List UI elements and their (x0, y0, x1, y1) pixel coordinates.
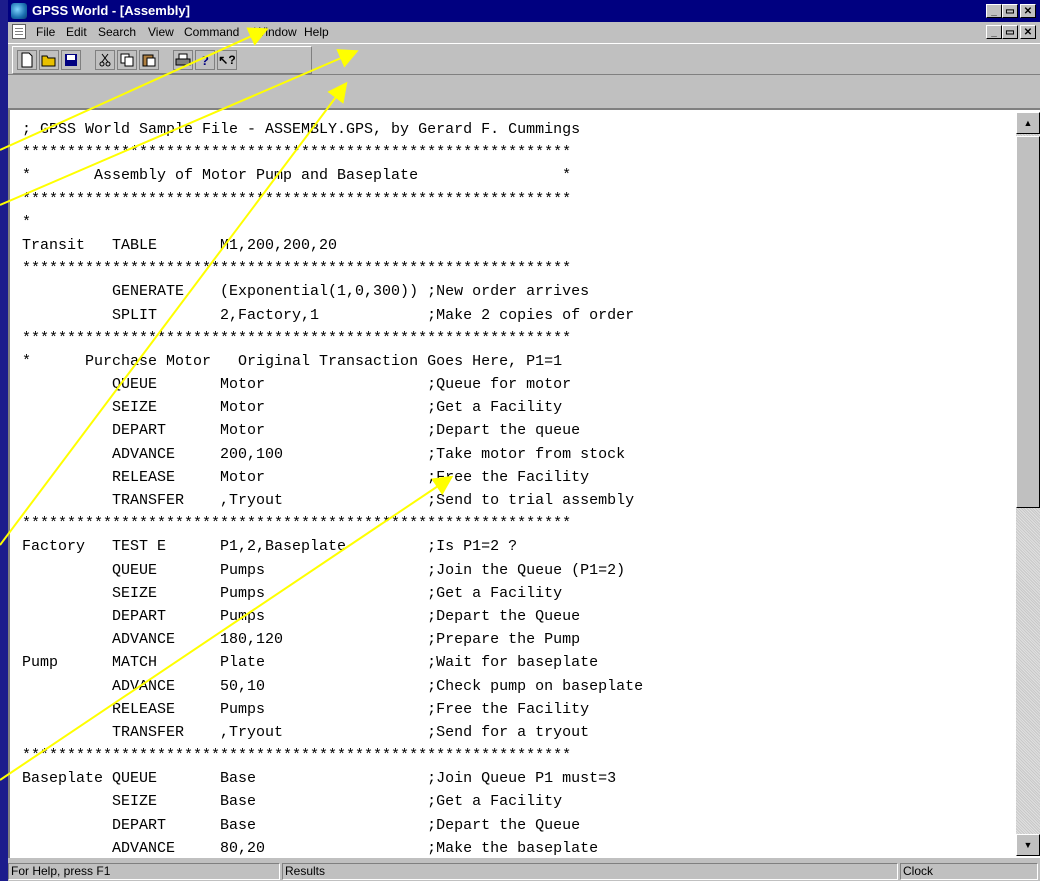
paste-icon[interactable] (139, 50, 159, 70)
close-icon[interactable]: ✕ (1020, 4, 1036, 18)
code-line[interactable]: DEPART Base ;Depart the Queue (22, 814, 1012, 837)
menu-help[interactable]: Help (304, 25, 329, 39)
status-bar: For Help, press F1 Results Clock (8, 861, 1040, 881)
toolbar-group: ? ↖? (12, 46, 312, 74)
code-line[interactable]: ****************************************… (22, 141, 1012, 164)
code-line[interactable]: GENERATE (Exponential(1,0,300)) ;New ord… (22, 280, 1012, 303)
scroll-thumb[interactable] (1016, 136, 1040, 508)
code-line[interactable]: ; GPSS World Sample File - ASSEMBLY.GPS,… (22, 118, 1012, 141)
menu-search[interactable]: Search (98, 25, 136, 39)
code-line[interactable]: Transit TABLE M1,200,200,20 (22, 234, 1012, 257)
save-icon[interactable] (61, 50, 81, 70)
menu-edit[interactable]: Edit (66, 25, 87, 39)
code-line[interactable]: ADVANCE 80,20 ;Make the baseplate (22, 837, 1012, 860)
help-icon[interactable]: ? (195, 50, 215, 70)
code-line[interactable]: * (22, 211, 1012, 234)
menu-window[interactable]: Window (254, 25, 297, 39)
print-icon[interactable] (173, 50, 193, 70)
menu-bar: File Edit Search View Command Window Hel… (8, 22, 1040, 42)
maximize-icon[interactable]: ▭ (1002, 4, 1018, 18)
code-line[interactable]: TRANSFER ,Tryout ;Send for a tryout (22, 721, 1012, 744)
code-line[interactable]: DEPART Pumps ;Depart the Queue (22, 605, 1012, 628)
code-line[interactable]: SPLIT 2,Factory,1 ;Make 2 copies of orde… (22, 304, 1012, 327)
status-help: For Help, press F1 (8, 863, 280, 880)
code-line[interactable]: Baseplate QUEUE Base ;Join Queue P1 must… (22, 767, 1012, 790)
cut-icon[interactable] (95, 50, 115, 70)
child-restore-icon[interactable]: ▭ (1002, 25, 1018, 39)
toolbar: ? ↖? (8, 43, 1040, 75)
code-line[interactable]: QUEUE Motor ;Queue for motor (22, 373, 1012, 396)
status-clock: Clock (900, 863, 1038, 880)
menu-view[interactable]: View (148, 25, 174, 39)
context-help-icon[interactable]: ↖? (217, 50, 237, 70)
app-window: GPSS World - [Assembly] _ ▭ ✕ File Edit … (8, 0, 1040, 881)
code-editor[interactable]: ; GPSS World Sample File - ASSEMBLY.GPS,… (8, 108, 1040, 858)
vertical-scrollbar[interactable]: ▲ ▼ (1016, 112, 1040, 856)
code-line[interactable]: ADVANCE 180,120 ;Prepare the Pump (22, 628, 1012, 651)
new-icon[interactable] (17, 50, 37, 70)
code-line[interactable]: ****************************************… (22, 327, 1012, 350)
code-line[interactable]: SEIZE Base ;Get a Facility (22, 790, 1012, 813)
code-line[interactable]: * Assembly of Motor Pump and Baseplate * (22, 164, 1012, 187)
editor-area: ; GPSS World Sample File - ASSEMBLY.GPS,… (8, 75, 1040, 858)
code-line[interactable]: * Purchase Motor Original Transaction Go… (22, 350, 1012, 373)
code-line[interactable]: Factory TEST E P1,2,Baseplate ;Is P1=2 ? (22, 535, 1012, 558)
code-line[interactable]: DEPART Motor ;Depart the queue (22, 419, 1012, 442)
code-line[interactable]: SEIZE Pumps ;Get a Facility (22, 582, 1012, 605)
scroll-up-icon[interactable]: ▲ (1016, 112, 1040, 134)
document-icon[interactable] (12, 24, 26, 39)
child-minimize-icon[interactable]: _ (986, 25, 1002, 39)
window-title: GPSS World - [Assembly] (32, 3, 190, 18)
code-line[interactable]: TRANSFER ,Tryout ;Send to trial assembly (22, 489, 1012, 512)
code-line[interactable]: ****************************************… (22, 744, 1012, 767)
title-bar[interactable]: GPSS World - [Assembly] _ ▭ ✕ (8, 0, 1040, 22)
child-close-icon[interactable]: ✕ (1020, 25, 1036, 39)
code-line[interactable]: ****************************************… (22, 188, 1012, 211)
copy-icon[interactable] (117, 50, 137, 70)
open-icon[interactable] (39, 50, 59, 70)
minimize-icon[interactable]: _ (986, 4, 1002, 18)
code-line[interactable]: ****************************************… (22, 512, 1012, 535)
code-text[interactable]: ; GPSS World Sample File - ASSEMBLY.GPS,… (22, 118, 1012, 860)
code-line[interactable]: QUEUE Pumps ;Join the Queue (P1=2) (22, 559, 1012, 582)
code-line[interactable]: ADVANCE 200,100 ;Take motor from stock (22, 443, 1012, 466)
editor-gutter (8, 75, 1040, 108)
menu-command[interactable]: Command (184, 25, 239, 39)
scroll-down-icon[interactable]: ▼ (1016, 834, 1040, 856)
code-line[interactable]: RELEASE Pumps ;Free the Facility (22, 698, 1012, 721)
status-results: Results (282, 863, 898, 880)
code-line[interactable]: Pump MATCH Plate ;Wait for baseplate (22, 651, 1012, 674)
code-line[interactable]: ADVANCE 50,10 ;Check pump on baseplate (22, 675, 1012, 698)
gpss-world-icon[interactable] (11, 3, 27, 19)
menu-file[interactable]: File (36, 25, 55, 39)
code-line[interactable]: RELEASE Motor ;Free the Facility (22, 466, 1012, 489)
code-line[interactable]: ****************************************… (22, 257, 1012, 280)
code-line[interactable]: SEIZE Motor ;Get a Facility (22, 396, 1012, 419)
